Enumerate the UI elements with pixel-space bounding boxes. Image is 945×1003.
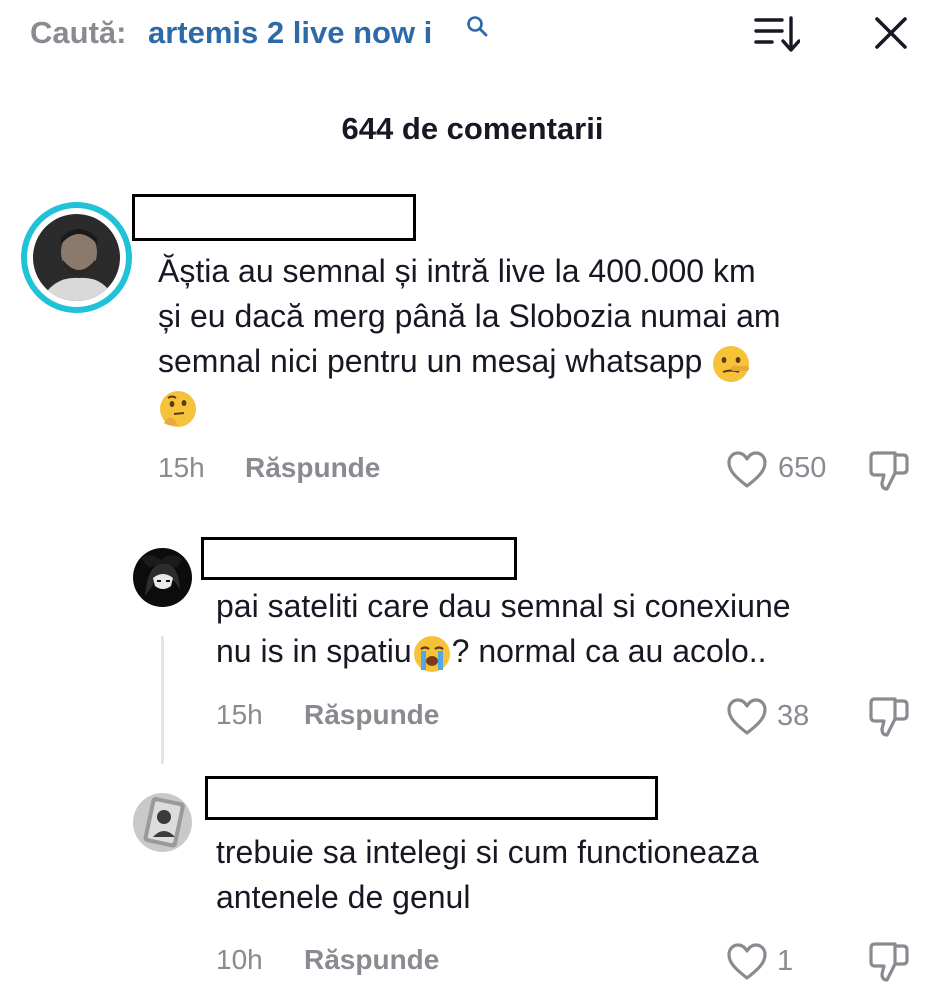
avatar[interactable] (133, 548, 192, 607)
likes-count: 38 (777, 700, 810, 732)
reply-button[interactable]: Răspunde (304, 944, 439, 976)
username-redacted (201, 537, 517, 580)
search-query[interactable]: artemis 2 live now i (148, 15, 432, 51)
reply-thread-line (161, 636, 164, 764)
comment-text-line: trebuie sa intelegi si cum functioneaza (216, 834, 759, 870)
reply-button[interactable]: Răspunde (304, 699, 439, 731)
comment-text-line: Ăștia au semnal și intră live la 400.000… (158, 253, 756, 289)
comment-text: Ăștia au semnal și intră live la 400.000… (158, 249, 781, 429)
thumbs-down-icon[interactable] (867, 695, 911, 739)
thumbs-down-icon[interactable] (867, 449, 911, 493)
comment-text-line: semnal nici pentru un mesaj whatsapp 🤥 (158, 339, 781, 384)
likes-count: 650 (778, 452, 827, 484)
comments-count-title: 644 de comentarii (341, 111, 604, 146)
likes-count: 1 (777, 945, 794, 977)
search-icon[interactable] (465, 14, 489, 38)
top-bar: Caută: artemis 2 live now i (0, 0, 945, 70)
comment-text-line: 🤔 (158, 384, 781, 429)
heart-icon[interactable] (726, 450, 768, 490)
emoji-crying-face (413, 635, 450, 672)
comment-text-segment: semnal nici pentru un mesaj whatsapp (158, 343, 703, 379)
comment-time: 10h (216, 944, 263, 975)
username-redacted (205, 776, 658, 820)
username-redacted (132, 194, 416, 241)
comment-time: 15h (216, 699, 263, 730)
heart-icon[interactable] (726, 697, 768, 737)
reply-button[interactable]: Răspunde (245, 452, 380, 484)
close-icon[interactable] (872, 14, 910, 52)
search-prefix: Caută: (30, 15, 127, 50)
comment-text-line: pai sateliti care dau semnal si conexiun… (216, 588, 791, 624)
avatar[interactable] (133, 793, 192, 852)
comment-time: 15h (158, 452, 205, 483)
emoji-thinking-face (160, 390, 196, 427)
heart-icon[interactable] (726, 942, 768, 982)
comment-text-line: antenele de genul (216, 879, 471, 915)
avatar[interactable] (33, 214, 120, 301)
comment-text-segment: ? normal ca au acolo.. (451, 633, 767, 669)
thumbs-down-icon[interactable] (867, 940, 911, 984)
comment-text-line: nu is in spatiu 😭? normal ca au acolo.. (216, 629, 791, 674)
comment-text: trebuie sa intelegi si cum functioneaza … (216, 830, 759, 920)
comment-text: pai sateliti care dau semnal si conexiun… (216, 584, 791, 674)
sort-icon[interactable] (754, 14, 800, 54)
comment-text-line: și eu dacă merg până la Slobozia numai a… (158, 298, 781, 334)
comment-text-segment: nu is in spatiu (216, 633, 412, 669)
emoji-lying-face (713, 345, 750, 382)
